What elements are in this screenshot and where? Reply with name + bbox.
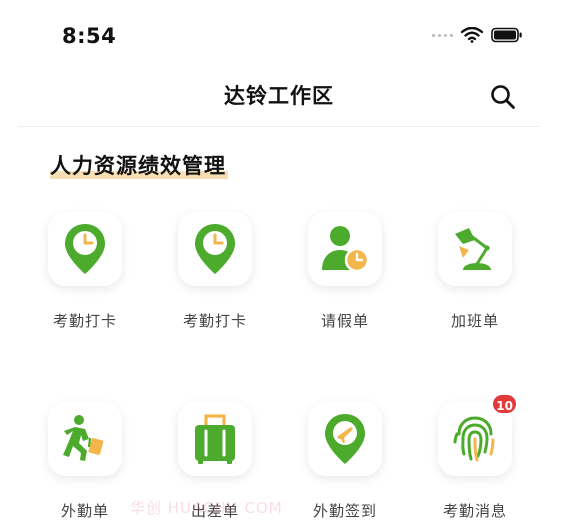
tile-attendance-clock-in-1[interactable]: 考勤打卡 xyxy=(30,212,140,331)
unread-count-badge: 10 xyxy=(491,393,518,415)
tile-label: 加班单 xyxy=(450,312,499,330)
battery-icon xyxy=(491,27,522,43)
location-plane-icon xyxy=(325,414,365,464)
tile-icon-box xyxy=(48,212,122,286)
tile-label: 请假单 xyxy=(320,312,369,330)
status-bar: 8:54 xyxy=(0,0,561,70)
status-time: 8:54 xyxy=(62,24,117,48)
tile-icon-box: 10 xyxy=(438,393,518,476)
section-title: 人力资源绩效管理 xyxy=(50,154,226,178)
tile-attendance-clock-in-2[interactable]: 考勤打卡 xyxy=(160,212,270,331)
cellular-signal-icon xyxy=(432,33,453,37)
tile-field-work-request[interactable]: 外勤单 xyxy=(30,402,140,521)
tile-label: 外勤签到 xyxy=(312,502,377,520)
status-icons xyxy=(432,26,523,44)
location-clock-icon xyxy=(195,224,235,274)
tile-leave-request[interactable]: 请假单 xyxy=(290,212,400,331)
walking-person-icon xyxy=(63,415,104,461)
fingerprint-icon xyxy=(453,416,495,462)
tile-business-trip-request[interactable]: 出差单 xyxy=(160,402,270,521)
search-button[interactable] xyxy=(488,82,518,112)
suitcase-icon xyxy=(195,414,235,464)
tile-icon-box xyxy=(438,212,512,286)
tile-label: 外勤单 xyxy=(60,502,109,520)
tile-icon-box xyxy=(48,402,122,476)
tile-attendance-messages[interactable]: 10 考勤消息 xyxy=(420,393,530,521)
tile-label: 考勤打卡 xyxy=(182,312,247,330)
location-clock-icon xyxy=(65,224,105,274)
tile-overtime-request[interactable]: 加班单 xyxy=(420,212,530,331)
tile-label: 考勤打卡 xyxy=(52,312,117,330)
wifi-icon xyxy=(461,27,483,43)
tile-icon-box xyxy=(178,402,252,476)
desk-lamp-icon xyxy=(455,228,491,270)
page-title: 达铃工作区 xyxy=(224,84,334,108)
person-clock-icon xyxy=(322,226,370,273)
search-icon xyxy=(491,85,515,109)
section-header: 人力资源绩效管理 xyxy=(50,150,228,180)
tile-icon-box xyxy=(308,212,382,286)
tile-label: 考勤消息 xyxy=(442,502,507,520)
tile-label: 出差单 xyxy=(190,502,239,520)
tile-field-check-in[interactable]: 外勤签到 xyxy=(290,402,400,521)
nav-bar: 达铃工作区 xyxy=(18,70,540,127)
tile-icon-box xyxy=(308,402,382,476)
tile-icon-box xyxy=(178,212,252,286)
